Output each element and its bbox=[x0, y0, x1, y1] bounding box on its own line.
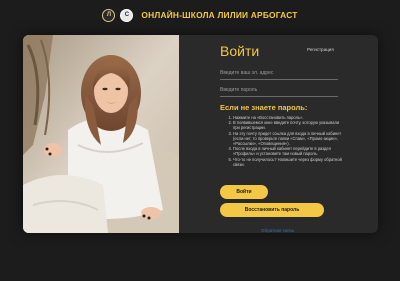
step-item: Что-то не получилось? Напишите через фор… bbox=[233, 157, 347, 167]
forgot-password-steps: Нажмите на «Восстановить пароль». В появ… bbox=[229, 115, 347, 167]
password-field[interactable] bbox=[220, 87, 338, 93]
feedback-link[interactable]: Обратная связь bbox=[261, 228, 294, 233]
hero-photo bbox=[23, 35, 179, 233]
restore-password-button[interactable]: Восстановить пароль bbox=[220, 203, 324, 217]
password-field-wrapper bbox=[220, 87, 338, 97]
woman-portrait-image bbox=[23, 35, 179, 233]
forgot-password-heading: Если не знаете пароль: bbox=[220, 103, 308, 112]
email-field[interactable] bbox=[220, 70, 338, 76]
school-title[interactable]: ОНЛАЙН-ШКОЛА ЛИЛИИ АРБОГАСТ bbox=[141, 10, 297, 20]
step-item: После входа в личный кабинет перейдите в… bbox=[233, 146, 347, 156]
login-button[interactable]: Войти bbox=[220, 185, 268, 199]
login-card: Войти Регистрация Если не знаете пароль:… bbox=[23, 35, 378, 233]
site-header: Л C ОНЛАЙН-ШКОЛА ЛИЛИИ АРБОГАСТ bbox=[0, 0, 400, 30]
step-item: На эту почту придет ссылка для входа в л… bbox=[233, 131, 347, 147]
login-title: Войти bbox=[220, 43, 260, 59]
login-form: Войти Регистрация Если не знаете пароль:… bbox=[220, 43, 370, 217]
email-field-wrapper bbox=[220, 70, 338, 80]
step-item: В появившемся окне введите почту, котору… bbox=[233, 120, 347, 130]
partner-logo-icon: C bbox=[120, 8, 134, 22]
register-link[interactable]: Регистрация bbox=[307, 47, 334, 52]
school-logo-icon: Л bbox=[102, 8, 116, 22]
